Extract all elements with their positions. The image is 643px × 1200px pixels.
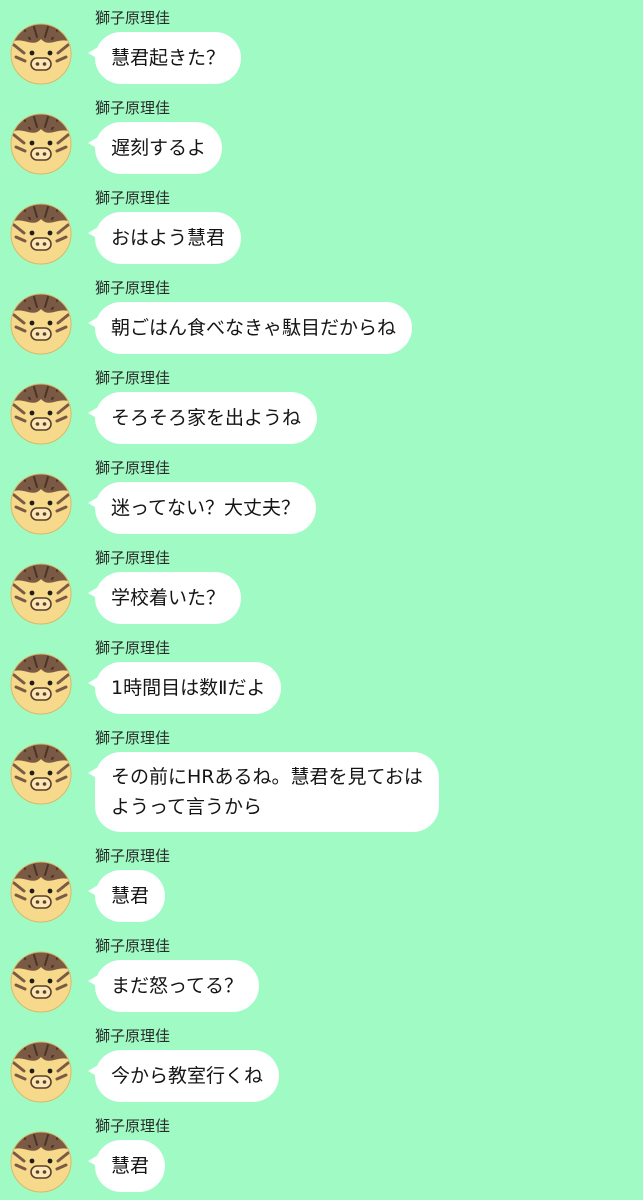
sender-name: 獅子原理佳 <box>95 279 171 297</box>
boar-avatar-icon[interactable] <box>10 951 72 1013</box>
message-text: 慧君 <box>111 885 150 907</box>
boar-avatar-icon[interactable] <box>10 383 72 445</box>
chat-message-list: 獅子原理佳 慧君起きた？ 獅子原理佳 遅刻するよ 獅子原理佳 おはよう慧君 獅子… <box>0 0 643 1200</box>
sender-name: 獅子原理佳 <box>95 99 171 117</box>
sender-name: 獅子原理佳 <box>95 639 171 657</box>
boar-avatar-icon[interactable] <box>10 203 72 265</box>
boar-avatar-icon[interactable] <box>10 563 72 625</box>
message-text: 学校着いた？ <box>111 587 226 609</box>
message-bubble[interactable]: まだ怒ってる？ <box>87 960 260 1012</box>
message-bubble[interactable]: そろそろ家を出ようね <box>87 392 318 444</box>
message-text: 1時間目は数Ⅱだよ <box>111 677 266 699</box>
sender-name: 獅子原理佳 <box>95 9 171 27</box>
message-bubble[interactable]: おはよう慧君 <box>87 212 242 264</box>
boar-avatar-icon[interactable] <box>10 293 72 355</box>
sender-name: 獅子原理佳 <box>95 459 171 477</box>
message-text: おはよう慧君 <box>111 227 226 249</box>
message-bubble[interactable]: 朝ごはん食べなきゃ駄目だからね <box>87 302 413 354</box>
boar-avatar-icon[interactable] <box>10 1041 72 1103</box>
sender-name: 獅子原理佳 <box>95 1027 171 1045</box>
boar-avatar-icon[interactable] <box>10 23 72 85</box>
message-text: 朝ごはん食べなきゃ駄目だからね <box>111 317 397 339</box>
boar-avatar-icon[interactable] <box>10 653 72 715</box>
message-text: 迷ってない？大丈夫？ <box>111 497 301 519</box>
message-bubble[interactable]: 慧君 <box>87 870 166 922</box>
sender-name: 獅子原理佳 <box>95 1117 171 1135</box>
sender-name: 獅子原理佳 <box>95 189 171 207</box>
message-text: 慧君 <box>111 1155 150 1177</box>
boar-avatar-icon[interactable] <box>10 743 72 805</box>
sender-name: 獅子原理佳 <box>95 549 171 567</box>
message-bubble[interactable]: 迷ってない？大丈夫？ <box>87 482 317 534</box>
message-text: その前にHRあるね。慧君を見ておは ようって言うから <box>111 766 423 818</box>
boar-avatar-icon[interactable] <box>10 861 72 923</box>
message-bubble[interactable]: 慧君 <box>87 1140 166 1192</box>
sender-name: 獅子原理佳 <box>95 847 171 865</box>
message-text: そろそろ家を出ようね <box>111 407 302 429</box>
message-text: まだ怒ってる？ <box>111 975 244 997</box>
message-bubble[interactable]: 慧君起きた？ <box>87 32 242 84</box>
message-bubble[interactable]: その前にHRあるね。慧君を見ておは ようって言うから <box>88 752 439 832</box>
message-text: 遅刻するよ <box>111 137 207 159</box>
message-text: 今から教室行くね <box>111 1065 264 1087</box>
boar-avatar-icon[interactable] <box>10 1131 72 1193</box>
message-bubble[interactable]: 学校着いた？ <box>87 572 242 624</box>
message-bubble[interactable]: 今から教室行くね <box>87 1050 280 1102</box>
boar-avatar-icon[interactable] <box>10 473 72 535</box>
message-text: 慧君起きた？ <box>111 47 226 69</box>
message-bubble[interactable]: 遅刻するよ <box>87 122 223 174</box>
boar-avatar-icon[interactable] <box>10 113 72 175</box>
sender-name: 獅子原理佳 <box>95 729 171 747</box>
message-bubble[interactable]: 1時間目は数Ⅱだよ <box>87 662 282 714</box>
sender-name: 獅子原理佳 <box>95 937 171 955</box>
sender-name: 獅子原理佳 <box>95 369 171 387</box>
